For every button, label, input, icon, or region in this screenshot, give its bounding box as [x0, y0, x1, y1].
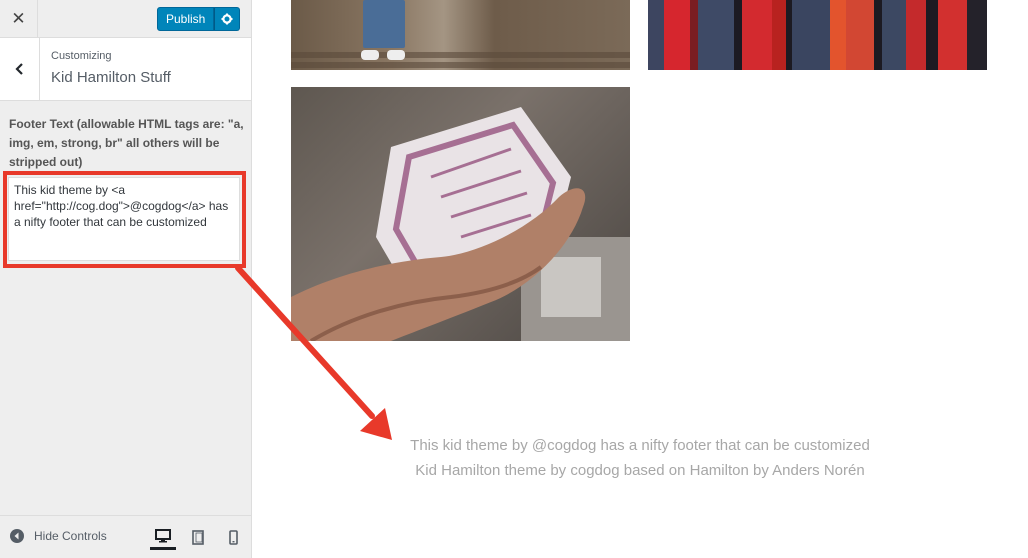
- hide-controls-button[interactable]: Hide Controls: [10, 529, 107, 543]
- section-header: Customizing Kid Hamilton Stuff: [0, 38, 251, 101]
- desktop-icon: [155, 528, 171, 542]
- panel-title: Kid Hamilton Stuff: [51, 69, 171, 86]
- post-thumbnail-books[interactable]: [648, 0, 987, 70]
- mobile-icon: [228, 529, 238, 545]
- preview-mobile-button[interactable]: [220, 524, 246, 550]
- publish-button[interactable]: Publish: [157, 7, 215, 31]
- post-thumbnail-package-in-hand[interactable]: [291, 87, 630, 341]
- footer-text-field[interactable]: This kid theme by <a href="http://cog.do…: [8, 177, 240, 261]
- close-button[interactable]: ✕: [0, 0, 38, 37]
- package-photo-illustration: [291, 107, 630, 341]
- site-footer-theme-credit: Kid Hamilton theme by cogdog based on Ha…: [415, 462, 865, 479]
- customizer-header: ✕ Publish: [0, 0, 251, 38]
- site-footer-credit: This kid theme by @cogdog has a nifty fo…: [410, 437, 870, 454]
- customizing-label: Customizing: [51, 50, 112, 62]
- customizer-sidebar: ✕ Publish Customizing Kid Hamilton Stuff: [0, 0, 252, 558]
- collapse-icon: [10, 529, 24, 543]
- close-icon: ✕: [11, 8, 26, 28]
- customizer-footer: Hide Controls: [0, 515, 251, 558]
- site-preview: This kid theme by @cogdog has a nifty fo…: [252, 0, 1028, 558]
- post-thumbnail-boardwalk[interactable]: [291, 0, 630, 70]
- preview-desktop-button[interactable]: [150, 524, 176, 550]
- gear-icon: [221, 13, 233, 25]
- publish-group: Publish: [157, 7, 241, 31]
- hide-controls-label: Hide Controls: [34, 529, 107, 543]
- back-button[interactable]: [0, 38, 40, 100]
- preview-tablet-button[interactable]: [185, 524, 211, 550]
- footer-text-label: Footer Text (allowable HTML tags are: "a…: [9, 117, 244, 169]
- chevron-left-icon: [14, 63, 23, 75]
- tablet-icon: [192, 529, 204, 545]
- publish-settings-button[interactable]: [214, 7, 241, 31]
